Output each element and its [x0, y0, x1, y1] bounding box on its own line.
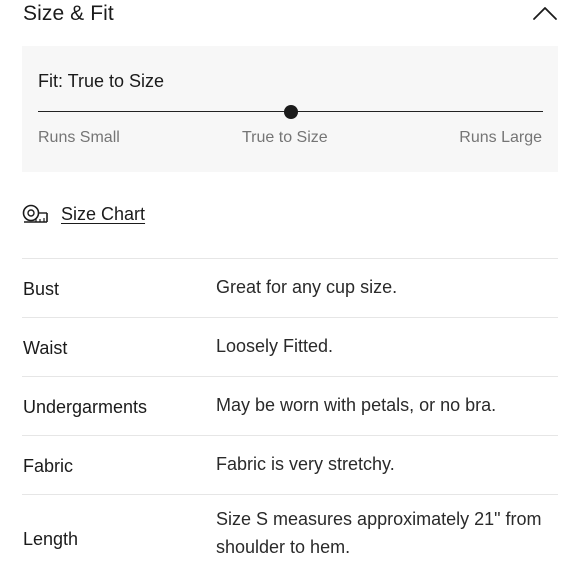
detail-value: Loosely Fitted. — [216, 336, 334, 356]
detail-row-fabric: Fabric Fabric is very stretchy. — [22, 435, 558, 494]
detail-label: Undergarments — [23, 397, 148, 417]
size-fit-section: Size & Fit Fit: True to Size Runs Small … — [0, 0, 580, 580]
detail-row-undergarments: Undergarments May be worn with petals, o… — [22, 376, 558, 435]
measuring-tape-icon — [22, 204, 48, 224]
section-title: Size & Fit — [23, 2, 114, 25]
detail-value: Fabric is very stretchy. — [216, 454, 395, 474]
section-header[interactable]: Size & Fit — [22, 0, 558, 30]
detail-row-length: Length Size S measures approximately 21"… — [22, 494, 558, 580]
detail-value: Great for any cup size. — [216, 277, 398, 297]
detail-label: Fabric — [23, 456, 74, 476]
scale-label-runs-large: Runs Large — [459, 129, 542, 146]
detail-row-bust: Bust Great for any cup size. — [22, 258, 558, 317]
fit-details-table: Bust Great for any cup size. Waist Loose… — [22, 258, 558, 580]
fit-scale-marker — [283, 105, 298, 119]
scale-label-runs-small: Runs Small — [38, 129, 120, 146]
chevron-up-icon[interactable] — [532, 4, 558, 22]
detail-label: Length — [23, 529, 79, 549]
detail-value: Size S measures approximately 21" from s… — [216, 509, 542, 557]
fit-label: Fit: True to Size — [38, 71, 165, 91]
scale-label-true-to-size: True to Size — [242, 129, 328, 146]
detail-row-waist: Waist Loosely Fitted. — [22, 317, 558, 376]
detail-label: Waist — [23, 338, 68, 358]
detail-label: Bust — [23, 279, 60, 299]
fit-panel: Fit: True to Size Runs Small True to Siz… — [22, 46, 558, 172]
size-chart-label: Size Chart — [61, 203, 146, 224]
detail-value: May be worn with petals, or no bra. — [216, 395, 497, 415]
size-chart-link[interactable]: Size Chart — [22, 201, 145, 227]
